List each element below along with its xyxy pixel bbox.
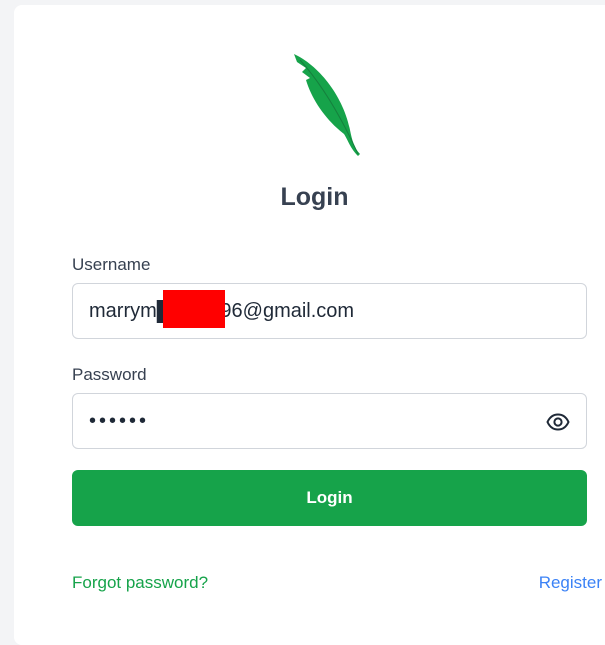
username-input[interactable] xyxy=(73,284,586,338)
login-button[interactable]: Login xyxy=(72,470,587,526)
register-link[interactable]: Register xyxy=(539,573,602,593)
page-title: Login xyxy=(280,183,349,211)
password-label: Password xyxy=(72,365,147,384)
redaction-mark xyxy=(163,290,225,328)
username-field-wrapper xyxy=(72,283,587,339)
login-card: Login Username Password Login Forgot pas… xyxy=(14,5,605,645)
forgot-password-link[interactable]: Forgot password? xyxy=(72,573,208,593)
password-input[interactable] xyxy=(73,394,586,448)
password-field-wrapper xyxy=(72,393,587,449)
eye-icon[interactable] xyxy=(546,410,570,434)
feather-icon xyxy=(294,54,360,156)
username-label: Username xyxy=(72,255,151,274)
